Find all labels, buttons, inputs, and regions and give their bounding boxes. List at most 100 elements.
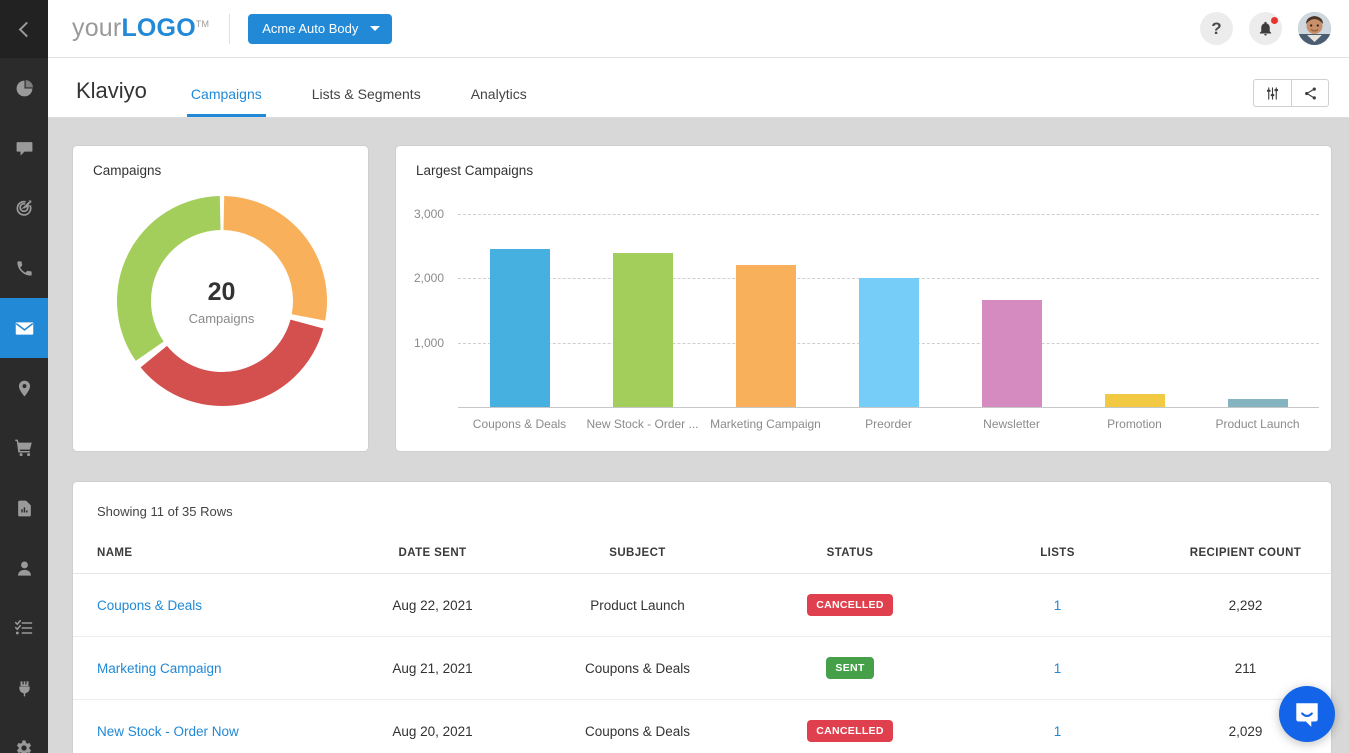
cell-date-sent: Aug 22, 2021: [335, 574, 530, 637]
cell-recipient-count: 2,292: [1160, 574, 1331, 637]
campaigns-table-card: Showing 11 of 35 Rows NAMEDATE SENTSUBJE…: [72, 481, 1332, 753]
donut-slice-1[interactable]: [141, 320, 324, 406]
checklist-icon: [14, 618, 34, 638]
tab-lists-segments[interactable]: Lists & Segments: [308, 86, 425, 117]
donut-slice-0[interactable]: [223, 196, 327, 321]
campaign-name-link[interactable]: Marketing Campaign: [97, 661, 222, 676]
sidebar-item-contacts[interactable]: [0, 538, 48, 598]
sidebar-item-integrations[interactable]: [0, 658, 48, 718]
cell-lists: 1: [955, 574, 1160, 637]
campaigns-donut-card: Campaigns 20 Campaigns: [72, 145, 369, 452]
y-axis-tick-label: 3,000: [396, 207, 444, 221]
tab-analytics[interactable]: Analytics: [467, 86, 531, 117]
app-root: yourLOGOTM Acme Auto Body ?: [0, 0, 1349, 753]
notifications-button[interactable]: [1249, 12, 1282, 45]
bar-4[interactable]: [982, 300, 1042, 407]
cell-lists: 1: [955, 700, 1160, 753]
lists-count-link[interactable]: 1: [1054, 661, 1062, 676]
column-header-lists[interactable]: LISTS: [955, 539, 1160, 574]
sidebar-item-commerce[interactable]: [0, 418, 48, 478]
bars-card-title: Largest Campaigns: [396, 146, 1331, 178]
donut-slice-2[interactable]: [117, 196, 221, 361]
help-button[interactable]: ?: [1200, 12, 1233, 45]
sidebar-item-reports[interactable]: [0, 478, 48, 538]
lists-count-link[interactable]: 1: [1054, 724, 1062, 739]
chat-smile-icon: [1292, 699, 1322, 729]
table-row: Marketing Campaign Aug 21, 2021Coupons & …: [73, 637, 1331, 700]
cell-date-sent: Aug 21, 2021: [335, 637, 530, 700]
avatar[interactable]: [1298, 12, 1331, 45]
cell-status: CANCELLED: [745, 574, 955, 637]
cell-subject: Product Launch: [530, 574, 745, 637]
main-content: Campaigns 20 Campaigns Largest Campaigns…: [48, 119, 1349, 753]
column-header-recipient-count[interactable]: RECIPIENT COUNT: [1160, 539, 1331, 574]
tab-campaigns[interactable]: Campaigns: [187, 86, 266, 117]
sidebar-item-locations[interactable]: [0, 358, 48, 418]
app-logo[interactable]: yourLOGOTM: [72, 14, 209, 43]
campaign-name-link[interactable]: Coupons & Deals: [97, 598, 202, 613]
plug-icon: [15, 679, 34, 698]
envelope-icon: [14, 318, 35, 339]
bar-6[interactable]: [1228, 399, 1288, 407]
x-axis-tick-label: New Stock - Order ...: [585, 417, 700, 431]
sidebar-item-messages[interactable]: [0, 118, 48, 178]
shopping-cart-icon: [14, 438, 34, 458]
bar-chart: 1,0002,0003,000Coupons & DealsNew Stock …: [396, 190, 1331, 451]
logo-trademark: TM: [196, 19, 209, 29]
column-header-date-sent[interactable]: DATE SENT: [335, 539, 530, 574]
x-axis-tick-label: Promotion: [1077, 417, 1192, 431]
sidebar-item-settings[interactable]: [0, 718, 48, 753]
phone-icon: [15, 259, 34, 278]
status-badge: CANCELLED: [807, 720, 892, 742]
donut-chart: 20 Campaigns: [73, 194, 370, 444]
bar-3[interactable]: [859, 278, 919, 407]
avatar-photo: [1298, 12, 1331, 45]
sidebar-item-dashboard[interactable]: [0, 58, 48, 118]
report-icon: [15, 499, 34, 518]
chevron-down-icon: [370, 26, 380, 31]
sidebar-item-tasks[interactable]: [0, 598, 48, 658]
cell-name: Coupons & Deals: [73, 574, 335, 637]
x-axis-tick-label: Preorder: [831, 417, 946, 431]
account-selector-button[interactable]: Acme Auto Body: [248, 14, 392, 44]
share-icon: [1303, 86, 1318, 101]
status-badge: CANCELLED: [807, 594, 892, 616]
user-icon: [15, 559, 34, 578]
sidebar-item-calls[interactable]: [0, 238, 48, 298]
bar-0[interactable]: [490, 249, 550, 407]
cell-status: CANCELLED: [745, 700, 955, 753]
bar-2[interactable]: [736, 265, 796, 407]
intercom-chat-button[interactable]: [1279, 686, 1335, 742]
page-header: Klaviyo Campaigns Lists & Segments Analyti…: [48, 58, 1349, 118]
column-header-status[interactable]: STATUS: [745, 539, 955, 574]
column-header-name[interactable]: NAME: [73, 539, 335, 574]
pie-chart-icon: [15, 79, 34, 98]
column-header-subject[interactable]: SUBJECT: [530, 539, 745, 574]
bar-1[interactable]: [613, 253, 673, 407]
cell-subject: Coupons & Deals: [530, 637, 745, 700]
header-divider: [229, 14, 230, 44]
cell-date-sent: Aug 20, 2021: [335, 700, 530, 753]
x-axis-tick-label: Newsletter: [954, 417, 1069, 431]
account-selector-label: Acme Auto Body: [262, 21, 358, 36]
gridline: [458, 214, 1319, 215]
gear-icon: [14, 738, 34, 753]
campaigns-table: NAMEDATE SENTSUBJECTSTATUSLISTSRECIPIENT…: [73, 539, 1331, 753]
bar-5[interactable]: [1105, 394, 1165, 408]
logo-text-logo: LOGO: [121, 14, 195, 42]
sliders-icon: [1265, 86, 1280, 101]
donut-svg: [115, 194, 329, 408]
sidebar-item-email[interactable]: [0, 298, 48, 358]
lists-count-link[interactable]: 1: [1054, 598, 1062, 613]
status-badge: SENT: [826, 657, 873, 679]
x-axis-tick-label: Product Launch: [1200, 417, 1315, 431]
y-axis-tick-label: 1,000: [396, 336, 444, 350]
cell-name: Marketing Campaign: [73, 637, 335, 700]
sidebar-collapse-button[interactable]: [0, 0, 48, 58]
sidebar-item-campaigns-target[interactable]: [0, 178, 48, 238]
share-button[interactable]: [1291, 79, 1329, 107]
campaign-name-link[interactable]: New Stock - Order Now: [97, 724, 239, 739]
question-mark-icon: ?: [1211, 20, 1221, 37]
page-title: Klaviyo: [76, 78, 147, 104]
filter-settings-button[interactable]: [1253, 79, 1291, 107]
